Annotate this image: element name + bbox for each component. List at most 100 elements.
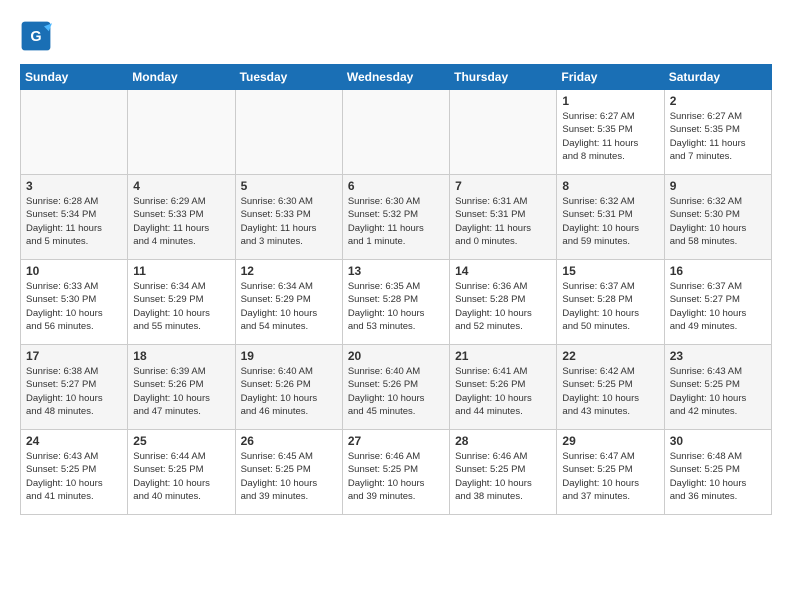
day-cell: 5 Sunrise: 6:30 AM Sunset: 5:33 PM Daylig… <box>235 175 342 260</box>
day-cell <box>450 90 557 175</box>
day-info: Sunrise: 6:31 AM Sunset: 5:31 PM Dayligh… <box>455 195 551 248</box>
day-info: Sunrise: 6:37 AM Sunset: 5:28 PM Dayligh… <box>562 280 658 333</box>
day-number: 7 <box>455 179 551 193</box>
day-number: 18 <box>133 349 229 363</box>
day-cell: 18 Sunrise: 6:39 AM Sunset: 5:26 PM Dayli… <box>128 345 235 430</box>
day-info: Sunrise: 6:32 AM Sunset: 5:30 PM Dayligh… <box>670 195 766 248</box>
day-cell: 13 Sunrise: 6:35 AM Sunset: 5:28 PM Dayli… <box>342 260 449 345</box>
day-info: Sunrise: 6:27 AM Sunset: 5:35 PM Dayligh… <box>562 110 658 163</box>
day-cell <box>21 90 128 175</box>
weekday-header-sunday: Sunday <box>21 65 128 90</box>
day-number: 26 <box>241 434 337 448</box>
day-info: Sunrise: 6:30 AM Sunset: 5:32 PM Dayligh… <box>348 195 444 248</box>
day-number: 1 <box>562 94 658 108</box>
weekday-header-row: SundayMondayTuesdayWednesdayThursdayFrid… <box>21 65 772 90</box>
day-number: 21 <box>455 349 551 363</box>
week-row-3: 10Sunrise: 6:33 AM Sunset: 5:30 PM Dayli… <box>21 260 772 345</box>
day-info: Sunrise: 6:43 AM Sunset: 5:25 PM Dayligh… <box>670 365 766 418</box>
day-cell: 25 Sunrise: 6:44 AM Sunset: 5:25 PM Dayli… <box>128 430 235 515</box>
day-cell: 10Sunrise: 6:33 AM Sunset: 5:30 PM Dayli… <box>21 260 128 345</box>
day-cell: 2 Sunrise: 6:27 AM Sunset: 5:35 PM Daylig… <box>664 90 771 175</box>
header: G <box>20 20 772 52</box>
day-cell: 20 Sunrise: 6:40 AM Sunset: 5:26 PM Dayli… <box>342 345 449 430</box>
day-number: 17 <box>26 349 122 363</box>
day-cell: 9 Sunrise: 6:32 AM Sunset: 5:30 PM Daylig… <box>664 175 771 260</box>
day-info: Sunrise: 6:34 AM Sunset: 5:29 PM Dayligh… <box>241 280 337 333</box>
day-info: Sunrise: 6:27 AM Sunset: 5:35 PM Dayligh… <box>670 110 766 163</box>
day-info: Sunrise: 6:35 AM Sunset: 5:28 PM Dayligh… <box>348 280 444 333</box>
logo: G <box>20 20 56 52</box>
day-number: 8 <box>562 179 658 193</box>
logo-icon: G <box>20 20 52 52</box>
day-info: Sunrise: 6:41 AM Sunset: 5:26 PM Dayligh… <box>455 365 551 418</box>
day-info: Sunrise: 6:39 AM Sunset: 5:26 PM Dayligh… <box>133 365 229 418</box>
day-info: Sunrise: 6:45 AM Sunset: 5:25 PM Dayligh… <box>241 450 337 503</box>
week-row-2: 3 Sunrise: 6:28 AM Sunset: 5:34 PM Daylig… <box>21 175 772 260</box>
weekday-header-monday: Monday <box>128 65 235 90</box>
day-number: 19 <box>241 349 337 363</box>
day-number: 16 <box>670 264 766 278</box>
day-info: Sunrise: 6:33 AM Sunset: 5:30 PM Dayligh… <box>26 280 122 333</box>
week-row-4: 17 Sunrise: 6:38 AM Sunset: 5:27 PM Dayli… <box>21 345 772 430</box>
day-info: Sunrise: 6:43 AM Sunset: 5:25 PM Dayligh… <box>26 450 122 503</box>
day-info: Sunrise: 6:34 AM Sunset: 5:29 PM Dayligh… <box>133 280 229 333</box>
day-cell: 14 Sunrise: 6:36 AM Sunset: 5:28 PM Dayli… <box>450 260 557 345</box>
day-cell: 24 Sunrise: 6:43 AM Sunset: 5:25 PM Dayli… <box>21 430 128 515</box>
day-cell: 12 Sunrise: 6:34 AM Sunset: 5:29 PM Dayli… <box>235 260 342 345</box>
weekday-header-thursday: Thursday <box>450 65 557 90</box>
week-row-5: 24 Sunrise: 6:43 AM Sunset: 5:25 PM Dayli… <box>21 430 772 515</box>
day-cell <box>235 90 342 175</box>
day-cell: 17 Sunrise: 6:38 AM Sunset: 5:27 PM Dayli… <box>21 345 128 430</box>
day-info: Sunrise: 6:37 AM Sunset: 5:27 PM Dayligh… <box>670 280 766 333</box>
day-info: Sunrise: 6:48 AM Sunset: 5:25 PM Dayligh… <box>670 450 766 503</box>
svg-text:G: G <box>30 29 41 45</box>
day-cell: 8 Sunrise: 6:32 AM Sunset: 5:31 PM Daylig… <box>557 175 664 260</box>
page: G SundayMondayTuesdayWednesdayThursdayFr… <box>0 0 792 525</box>
day-cell: 27Sunrise: 6:46 AM Sunset: 5:25 PM Dayli… <box>342 430 449 515</box>
day-number: 29 <box>562 434 658 448</box>
day-number: 20 <box>348 349 444 363</box>
day-info: Sunrise: 6:47 AM Sunset: 5:25 PM Dayligh… <box>562 450 658 503</box>
day-cell: 16 Sunrise: 6:37 AM Sunset: 5:27 PM Dayli… <box>664 260 771 345</box>
day-number: 3 <box>26 179 122 193</box>
day-info: Sunrise: 6:40 AM Sunset: 5:26 PM Dayligh… <box>348 365 444 418</box>
day-number: 24 <box>26 434 122 448</box>
weekday-header-saturday: Saturday <box>664 65 771 90</box>
day-number: 28 <box>455 434 551 448</box>
day-cell: 22 Sunrise: 6:42 AM Sunset: 5:25 PM Dayli… <box>557 345 664 430</box>
day-cell: 7 Sunrise: 6:31 AM Sunset: 5:31 PM Daylig… <box>450 175 557 260</box>
day-number: 6 <box>348 179 444 193</box>
day-info: Sunrise: 6:46 AM Sunset: 5:25 PM Dayligh… <box>348 450 444 503</box>
day-cell: 28 Sunrise: 6:46 AM Sunset: 5:25 PM Dayli… <box>450 430 557 515</box>
day-info: Sunrise: 6:38 AM Sunset: 5:27 PM Dayligh… <box>26 365 122 418</box>
day-number: 5 <box>241 179 337 193</box>
weekday-header-friday: Friday <box>557 65 664 90</box>
day-number: 13 <box>348 264 444 278</box>
day-info: Sunrise: 6:32 AM Sunset: 5:31 PM Dayligh… <box>562 195 658 248</box>
day-number: 12 <box>241 264 337 278</box>
day-info: Sunrise: 6:42 AM Sunset: 5:25 PM Dayligh… <box>562 365 658 418</box>
day-info: Sunrise: 6:28 AM Sunset: 5:34 PM Dayligh… <box>26 195 122 248</box>
week-row-1: 1 Sunrise: 6:27 AM Sunset: 5:35 PM Daylig… <box>21 90 772 175</box>
day-number: 25 <box>133 434 229 448</box>
day-number: 11 <box>133 264 229 278</box>
day-number: 9 <box>670 179 766 193</box>
day-cell: 19Sunrise: 6:40 AM Sunset: 5:26 PM Dayli… <box>235 345 342 430</box>
day-info: Sunrise: 6:44 AM Sunset: 5:25 PM Dayligh… <box>133 450 229 503</box>
day-number: 2 <box>670 94 766 108</box>
calendar-table: SundayMondayTuesdayWednesdayThursdayFrid… <box>20 64 772 515</box>
day-cell: 26 Sunrise: 6:45 AM Sunset: 5:25 PM Dayli… <box>235 430 342 515</box>
day-cell: 21 Sunrise: 6:41 AM Sunset: 5:26 PM Dayli… <box>450 345 557 430</box>
day-cell <box>128 90 235 175</box>
day-cell: 1 Sunrise: 6:27 AM Sunset: 5:35 PM Daylig… <box>557 90 664 175</box>
day-info: Sunrise: 6:30 AM Sunset: 5:33 PM Dayligh… <box>241 195 337 248</box>
day-cell: 29 Sunrise: 6:47 AM Sunset: 5:25 PM Dayli… <box>557 430 664 515</box>
day-cell: 15Sunrise: 6:37 AM Sunset: 5:28 PM Dayli… <box>557 260 664 345</box>
day-cell: 30Sunrise: 6:48 AM Sunset: 5:25 PM Dayli… <box>664 430 771 515</box>
day-number: 4 <box>133 179 229 193</box>
day-number: 22 <box>562 349 658 363</box>
day-cell: 6 Sunrise: 6:30 AM Sunset: 5:32 PM Daylig… <box>342 175 449 260</box>
day-info: Sunrise: 6:36 AM Sunset: 5:28 PM Dayligh… <box>455 280 551 333</box>
day-info: Sunrise: 6:46 AM Sunset: 5:25 PM Dayligh… <box>455 450 551 503</box>
day-number: 14 <box>455 264 551 278</box>
